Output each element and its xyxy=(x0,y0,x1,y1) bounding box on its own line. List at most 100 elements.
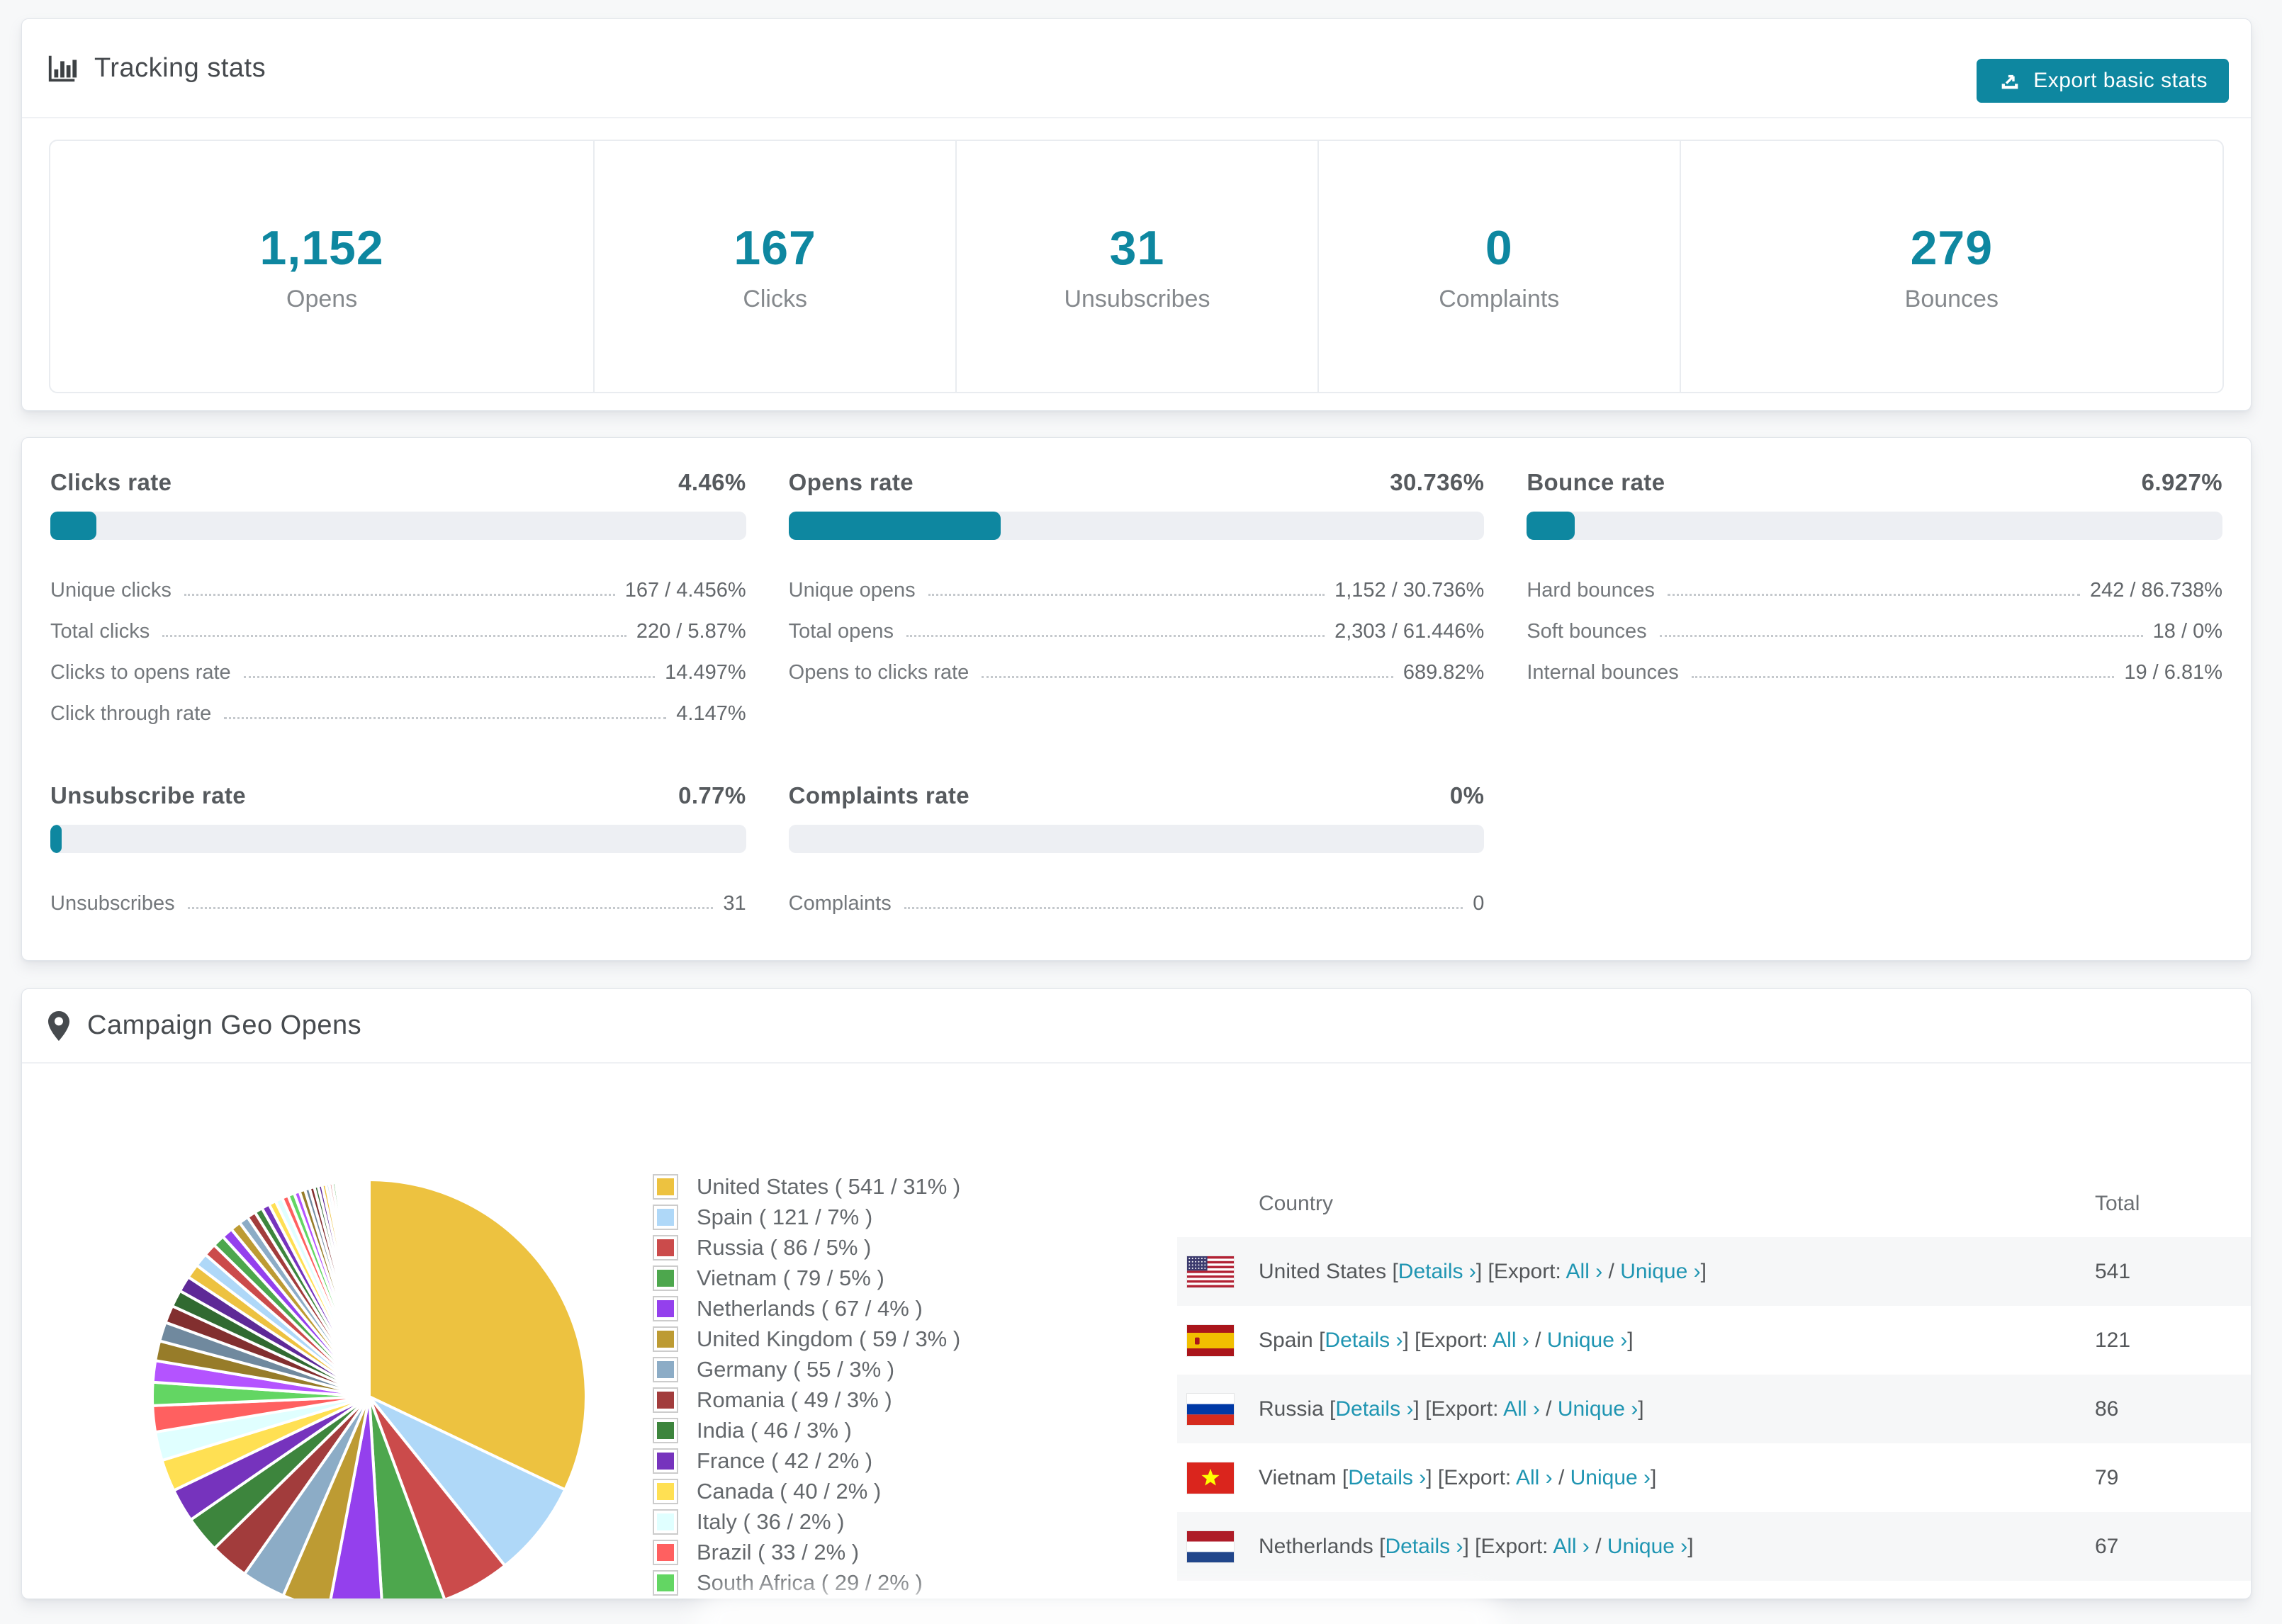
progress-bar-track xyxy=(788,512,1485,540)
legend-label: United States ( 541 / 31% ) xyxy=(697,1173,961,1199)
details-link[interactable]: Details › xyxy=(1398,1260,1476,1283)
progress-bar-track xyxy=(1527,512,2222,540)
export-all-link[interactable]: All › xyxy=(1553,1535,1590,1558)
dotted-leader xyxy=(1667,594,2080,596)
stat-label-complaints: Complaints xyxy=(1439,285,1560,312)
dotted-leader xyxy=(928,594,1325,596)
rate-row-label: Clicks to opens rate xyxy=(50,661,231,684)
geo-row-country-cell: United States [Details ›] [Export: All ›… xyxy=(1259,1260,2095,1284)
rate-row-value: 220 / 5.87% xyxy=(636,620,746,643)
export-unique-link[interactable]: Unique › xyxy=(1607,1535,1687,1558)
bracket-text: ] [Export: xyxy=(1476,1259,1566,1283)
stat-value-opens: 1,152 xyxy=(259,220,384,275)
legend-swatch-color xyxy=(657,1513,674,1530)
rate-row-unique-opens: Unique opens 1,152 / 30.736% xyxy=(789,561,1485,602)
dotted-leader xyxy=(904,907,1463,909)
rate-panel-opens-rate: Opens rate 30.736% Unique opens 1,152 / 30.… xyxy=(788,469,1485,726)
map-pin-icon xyxy=(46,1010,72,1042)
export-all-link[interactable]: All › xyxy=(1566,1260,1603,1283)
details-link[interactable]: Details › xyxy=(1348,1466,1426,1489)
legend-swatch xyxy=(653,1356,678,1382)
rate-row-internal-bounces: Internal bounces 19 / 6.81% xyxy=(1527,643,2222,684)
stats-summary-row: 1,152 Opens 167 Clicks 31 Unsubscribes 0 Compla… xyxy=(49,140,2224,393)
rate-title-label: Clicks rate xyxy=(50,469,172,495)
details-link[interactable]: Details › xyxy=(1325,1329,1403,1352)
campaign-geo-opens-card: Campaign Geo Opens United States ( 541 /… xyxy=(21,988,2252,1599)
stat-label-bounces: Bounces xyxy=(1904,285,1999,312)
rate-title-label: Opens rate xyxy=(788,469,914,495)
legend-item-romania: Romania ( 49 / 3% ) xyxy=(653,1385,960,1415)
page-title: Tracking stats xyxy=(94,52,266,83)
geo-row-total: 67 xyxy=(2095,1534,2119,1558)
legend-item-italy: Italy ( 36 / 2% ) xyxy=(653,1506,960,1537)
export-unique-link[interactable]: Unique › xyxy=(1570,1466,1651,1489)
geo-row-total: 121 xyxy=(2095,1328,2131,1352)
export-all-link[interactable]: All › xyxy=(1493,1329,1529,1352)
tracking-stats-header: Tracking stats Export basic stats xyxy=(22,19,2251,118)
stat-value-unsubscribes: 31 xyxy=(1109,220,1165,275)
rate-row-opens-to-clicks-rate: Opens to clicks rate 689.82% xyxy=(789,643,1485,684)
slash-text: / xyxy=(1589,1534,1607,1558)
rates-grid: Clicks rate 4.46% Unique clicks 167 / 4.456… xyxy=(22,438,2251,915)
bracket-close: ] xyxy=(1687,1534,1694,1558)
legend-item-france: France ( 42 / 2% ) xyxy=(653,1445,960,1476)
progress-bar-fill xyxy=(50,825,62,853)
legend-label: United Kingdom ( 59 / 3% ) xyxy=(697,1326,961,1351)
geo-row-country-cell: Vietnam [Details ›] [Export: All › / Uni… xyxy=(1259,1466,2095,1490)
legend-label: Italy ( 36 / 2% ) xyxy=(697,1509,845,1534)
progress-bar-track xyxy=(50,825,746,853)
geo-row-country-cell: Russia [Details ›] [Export: All › / Uniq… xyxy=(1259,1397,2095,1421)
legend-item-india: India ( 46 / 3% ) xyxy=(653,1415,960,1445)
legend-swatch xyxy=(653,1204,678,1230)
stat-label-unsubscribes: Unsubscribes xyxy=(1064,285,1210,312)
rate-row-value: 14.497% xyxy=(665,661,746,684)
pie-chart-svg[interactable] xyxy=(139,1166,600,1599)
rate-title-label: Complaints rate xyxy=(788,782,970,808)
progress-bar-track xyxy=(50,512,746,540)
slash-text: / xyxy=(1552,1465,1570,1489)
legend-swatch xyxy=(653,1509,678,1535)
legend-swatch xyxy=(653,1569,678,1596)
details-link[interactable]: Details › xyxy=(1335,1397,1413,1421)
geo-pie-chart[interactable] xyxy=(139,1166,600,1599)
stat-value-clicks: 167 xyxy=(734,220,816,275)
rate-row-value: 18 / 0% xyxy=(2152,620,2222,643)
export-all-link[interactable]: All › xyxy=(1516,1466,1553,1489)
rate-row-total-opens: Total opens 2,303 / 61.446% xyxy=(789,602,1485,643)
geo-row-total: 541 xyxy=(2095,1259,2131,1283)
flag-icon-us xyxy=(1187,1256,1234,1287)
flag-icon-ru xyxy=(1187,1393,1234,1425)
legend-swatch xyxy=(653,1265,678,1291)
bracket-close: ] xyxy=(1627,1328,1634,1352)
rate-row-label: Internal bounces xyxy=(1527,661,1679,684)
dotted-leader xyxy=(1691,676,2115,678)
tracking-stats-card: Tracking stats Export basic stats 1,152 O… xyxy=(21,18,2252,411)
bracket-text: ] [Export: xyxy=(1413,1397,1504,1421)
rate-title-label: Unsubscribe rate xyxy=(50,782,246,808)
export-all-link[interactable]: All › xyxy=(1503,1397,1540,1421)
stat-label-opens: Opens xyxy=(286,285,358,312)
rate-head-unsubscribe-rate: Unsubscribe rate 0.77% xyxy=(50,782,746,809)
details-link[interactable]: Details › xyxy=(1385,1535,1463,1558)
stat-box-clicks: 167 Clicks xyxy=(593,141,955,392)
geo-row-total: 79 xyxy=(2095,1465,2119,1489)
rate-row-click-through-rate: Click through rate 4.147% xyxy=(50,684,746,726)
flag-icon-es xyxy=(1187,1324,1234,1356)
export-unique-link[interactable]: Unique › xyxy=(1558,1397,1638,1421)
stat-box-bounces: 279 Bounces xyxy=(1679,141,2222,392)
legend-label: Brazil ( 33 / 2% ) xyxy=(697,1539,860,1564)
geo-row-total: 86 xyxy=(2095,1397,2119,1421)
export-basic-stats-button[interactable]: Export basic stats xyxy=(1977,59,2229,103)
rate-row-label: Total clicks xyxy=(50,620,150,643)
export-icon xyxy=(1998,69,2022,93)
rate-value-label: 0% xyxy=(1449,782,1485,808)
flag-icon-nl xyxy=(1187,1530,1234,1562)
geo-table-row-russia: Russia [Details ›] [Export: All › / Uniq… xyxy=(1177,1375,2251,1443)
legend-label: Germany ( 55 / 3% ) xyxy=(697,1356,895,1382)
rate-row-complaints: Complaints 0 xyxy=(789,874,1485,915)
rate-row-value: 4.147% xyxy=(676,702,746,725)
export-button-label: Export basic stats xyxy=(2033,69,2208,92)
export-unique-link[interactable]: Unique › xyxy=(1620,1260,1700,1283)
slash-text: / xyxy=(1539,1397,1558,1421)
export-unique-link[interactable]: Unique › xyxy=(1547,1329,1627,1352)
